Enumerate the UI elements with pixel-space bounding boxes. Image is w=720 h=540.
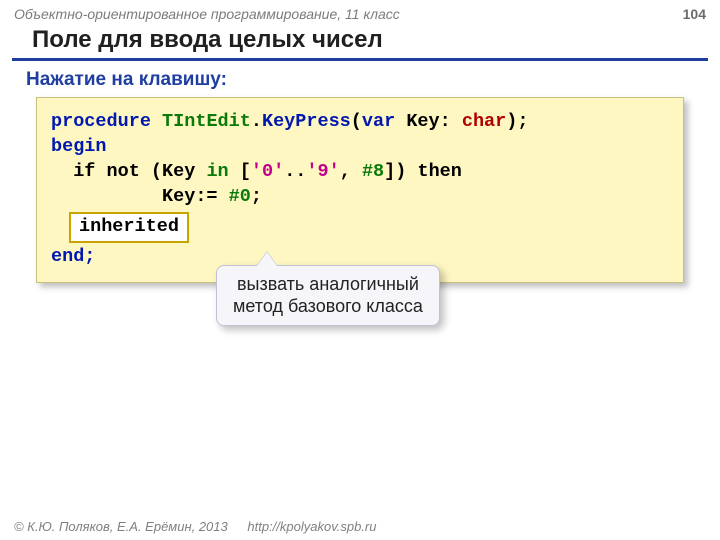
header-bar: Объектно-ориентированное программировани… [0,0,720,24]
callout-line2: метод базового класса [233,296,423,318]
code-line-2: begin [51,135,669,160]
slide-title: Поле для ввода целых чисел [12,24,708,61]
inherited-box: inherited [69,212,189,243]
page-number: 104 [683,6,706,22]
callout-tooltip: вызвать аналогичный метод базового класс… [216,265,440,326]
slide-subtitle: Нажатие на клавишу: [0,61,720,97]
footer: © К.Ю. Поляков, Е.А. Ерёмин, 2013 http:/… [14,519,376,534]
code-line-4: Key:= #0; [51,185,669,210]
copyright: © К.Ю. Поляков, Е.А. Ерёмин, 2013 [14,519,228,534]
code-line-1: procedure TIntEdit.KeyPress(var Key: cha… [51,110,669,135]
code-line-3: if not (Key in ['0'..'9', #8]) then [51,160,669,185]
code-wrapper: procedure TIntEdit.KeyPress(var Key: cha… [36,97,684,283]
footer-url: http://kpolyakov.spb.ru [247,519,376,534]
code-box: procedure TIntEdit.KeyPress(var Key: cha… [36,97,684,283]
subject-label: Объектно-ориентированное программировани… [14,6,400,22]
code-line-5: inherited [51,210,669,245]
callout-line1: вызвать аналогичный [233,274,423,296]
